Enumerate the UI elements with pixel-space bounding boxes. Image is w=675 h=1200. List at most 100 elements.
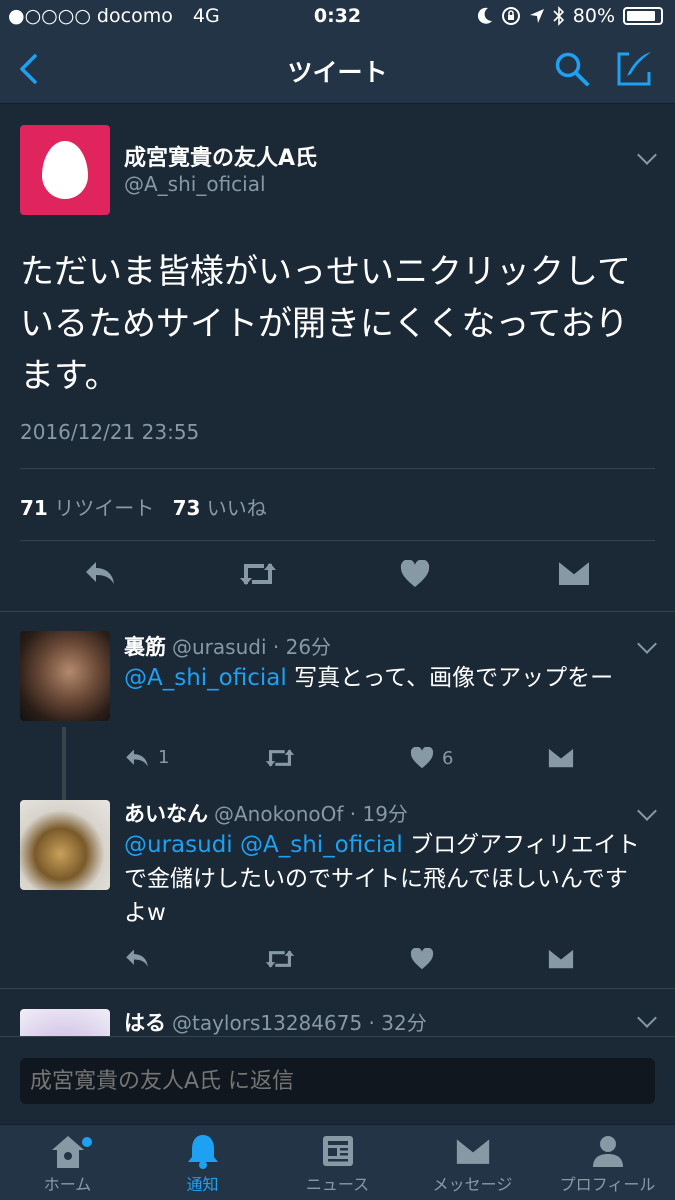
reply-time: · 26分: [272, 635, 332, 659]
tab-news[interactable]: ニュース: [270, 1131, 405, 1195]
reply-tweet[interactable]: はる @taylors13284675 · 32分: [0, 989, 675, 1036]
reply-tweet[interactable]: 裏筋 @urasudi · 26分 @A_shi_oficial 写真とって、画像…: [0, 613, 675, 801]
tab-label: メッセージ: [432, 1175, 513, 1194]
bell-icon: [187, 1135, 218, 1169]
person-icon: [592, 1136, 623, 1167]
like-button[interactable]: [410, 948, 434, 970]
heart-icon: [410, 747, 434, 769]
tab-label: 通知: [186, 1175, 219, 1194]
reply-header: はる @taylors13284675 · 32分: [124, 1007, 427, 1036]
mention-link[interactable]: @urasudi @A_shi_oficial: [124, 832, 403, 858]
reply-button[interactable]: [124, 948, 150, 968]
like-count: 6: [442, 747, 454, 769]
reply-body: 写真とって、画像でアップをー: [286, 665, 614, 691]
tab-home[interactable]: ホーム: [0, 1131, 135, 1195]
egg-icon: [42, 141, 88, 199]
tab-label: ニュース: [305, 1175, 370, 1194]
author-name[interactable]: 裏筋: [124, 635, 166, 659]
heart-icon: [410, 948, 434, 970]
retweet-button[interactable]: [264, 948, 296, 970]
author-handle[interactable]: @taylors13284675: [172, 1011, 362, 1035]
retweet-stat[interactable]: 71 リツイート: [20, 496, 154, 520]
chevron-down-icon[interactable]: [637, 634, 657, 654]
news-icon: [322, 1136, 353, 1166]
search-button[interactable]: [552, 49, 592, 89]
divider: [20, 540, 655, 541]
envelope-icon: [548, 948, 574, 969]
retweet-icon: [265, 749, 295, 767]
reply-icon: [126, 949, 148, 967]
reply-tweet[interactable]: あいなん @AnokonoOf · 19分 @urasudi @A_shi_ofi…: [0, 788, 675, 988]
author-handle[interactable]: @AnokonoOf: [214, 802, 343, 826]
tweet-timestamp: 2016/12/21 23:55: [20, 420, 200, 444]
retweet-button[interactable]: [264, 747, 296, 769]
chevron-down-icon[interactable]: [637, 1008, 657, 1028]
envelope-icon: [455, 1137, 490, 1164]
dm-button[interactable]: [558, 560, 590, 586]
like-button[interactable]: [400, 560, 430, 588]
tab-bar: ホーム 通知 ニュース メッセージ プロフィール: [0, 1124, 675, 1200]
nav-bar: ツイート: [0, 34, 675, 104]
avatar[interactable]: [20, 800, 110, 890]
reply-button[interactable]: [84, 560, 116, 586]
author-name[interactable]: あいなん: [124, 802, 208, 826]
mention-link[interactable]: @A_shi_oficial: [124, 665, 287, 691]
like-stat[interactable]: 73 いいね: [173, 496, 267, 520]
rotation-lock-icon: [501, 7, 520, 25]
envelope-icon: [548, 747, 574, 768]
author-name[interactable]: はる: [124, 1011, 166, 1035]
tab-notifications[interactable]: 通知: [135, 1131, 270, 1195]
retweet-icon: [240, 563, 276, 585]
like-label: いいね: [206, 496, 267, 520]
tab-label: プロフィール: [559, 1175, 656, 1194]
moon-icon: [477, 7, 492, 24]
home-icon: [51, 1136, 84, 1168]
reply-time: · 32分: [368, 1011, 427, 1035]
heart-icon: [400, 560, 430, 587]
reply-count: 1: [158, 747, 170, 768]
compose-icon: [617, 52, 651, 86]
compose-button[interactable]: [614, 49, 654, 89]
search-icon: [555, 52, 589, 86]
retweet-label: リツイート: [54, 496, 155, 520]
author-handle[interactable]: @urasudi: [172, 635, 267, 659]
reply-text: @A_shi_oficial 写真とって、画像でアップをー: [124, 661, 644, 695]
like-count: 73: [172, 496, 201, 520]
tab-label: ホーム: [43, 1175, 92, 1194]
tweet-text: ただいま皆様がいっせいニクリックしているためサイトが開きにくくなっております。: [20, 252, 631, 396]
author-handle[interactable]: @A_shi_oficial: [124, 172, 266, 196]
location-icon: [529, 9, 544, 23]
avatar[interactable]: [20, 125, 110, 215]
chevron-down-icon[interactable]: [637, 801, 657, 821]
dm-button[interactable]: [548, 747, 574, 768]
notification-dot: [82, 1137, 92, 1147]
reply-time: · 19分: [349, 802, 408, 826]
bluetooth-icon: [553, 6, 564, 26]
dm-button[interactable]: [548, 948, 574, 969]
tab-messages[interactable]: メッセージ: [405, 1131, 540, 1195]
divider: [20, 468, 655, 469]
status-bar: ●○○○○ docomo 4G 0:32 80%: [0, 0, 675, 34]
reply-icon: [126, 749, 148, 766]
main-tweet: 成宮寛貴の友人A氏 @A_shi_oficial ただいま皆様がいっせいニクリッ…: [0, 104, 675, 612]
reply-header: あいなん @AnokonoOf · 19分: [124, 798, 408, 828]
reply-text: @urasudi @A_shi_oficial ブログアフィリエイトで金儲けした…: [124, 828, 644, 930]
battery-percent: 80%: [572, 5, 615, 27]
tab-profile[interactable]: プロフィール: [540, 1131, 675, 1195]
retweet-count: 71: [20, 496, 48, 520]
retweet-icon: [265, 950, 295, 968]
envelope-icon: [558, 560, 590, 585]
author-name[interactable]: 成宮寛貴の友人A氏: [124, 140, 317, 172]
retweet-button[interactable]: [238, 560, 278, 588]
battery-icon: [623, 7, 663, 25]
reply-icon: [86, 562, 114, 584]
avatar[interactable]: [20, 631, 110, 721]
tweet-stats: 71 リツイート 73 いいね: [20, 492, 267, 521]
avatar[interactable]: [20, 1009, 110, 1036]
reply-composer: [0, 1036, 675, 1124]
reply-header: 裏筋 @urasudi · 26分: [124, 631, 331, 661]
like-button[interactable]: 6: [410, 747, 453, 769]
chevron-down-icon[interactable]: [637, 145, 657, 165]
reply-button[interactable]: 1: [124, 747, 169, 768]
reply-input[interactable]: [20, 1058, 655, 1104]
